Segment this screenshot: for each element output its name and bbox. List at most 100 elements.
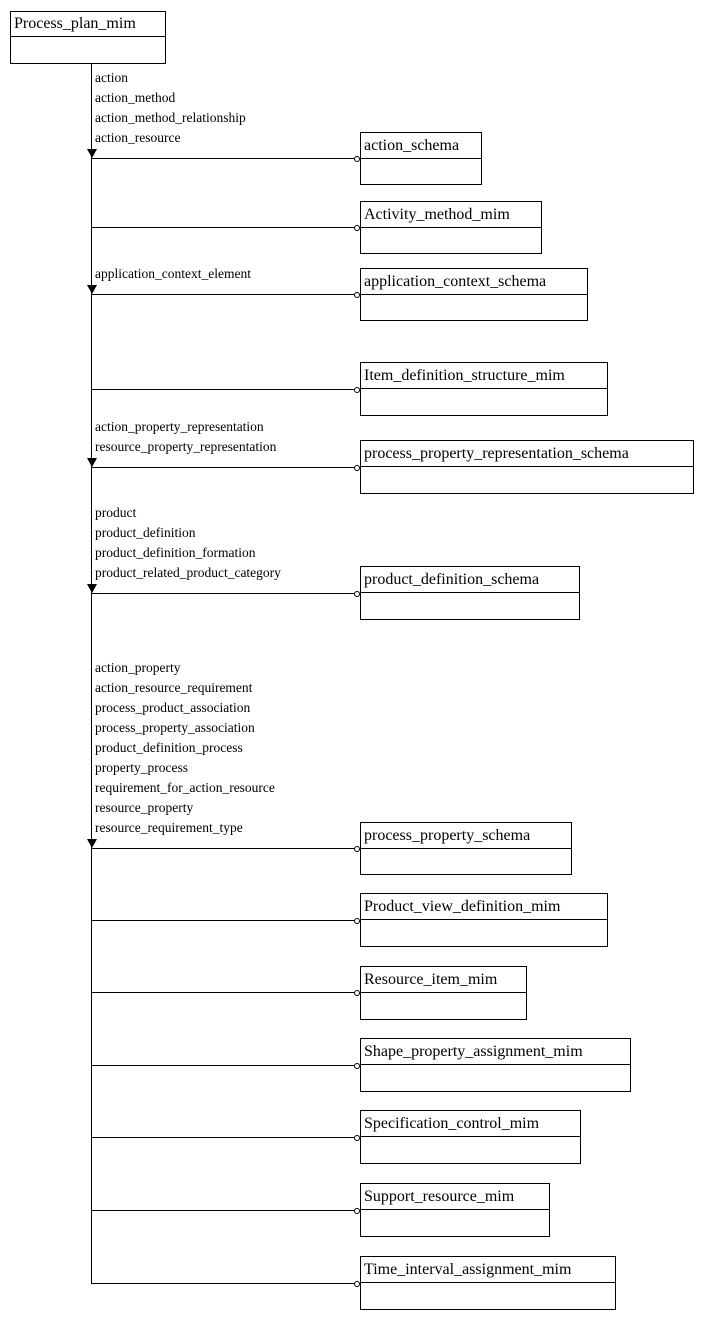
trunk-arrowhead	[87, 458, 97, 467]
schema-body-row	[361, 1283, 615, 1309]
entity-label-group: action action_method action_method_relatio…	[95, 68, 246, 148]
root-schema-box[interactable]: Process_plan_mim	[10, 11, 166, 64]
trunk-connector-line	[91, 64, 92, 1283]
trunk-arrowhead	[87, 285, 97, 294]
root-schema-title: Process_plan_mim	[14, 15, 136, 32]
entity-label: process_property_association	[95, 720, 255, 735]
entity-label: action_method	[95, 90, 176, 105]
entity-label: action_resource	[95, 130, 181, 145]
entity-label: product_definition_process	[95, 740, 243, 755]
schema-name: action_schema	[364, 137, 460, 154]
schema-connector-circle	[354, 1135, 360, 1141]
schema-connector-circle	[354, 465, 360, 471]
schema-name: process_property_schema	[364, 827, 531, 844]
schema-connector-circle	[354, 225, 360, 231]
schema-branch-line	[91, 593, 356, 594]
schema-name: process_property_representation_schema	[364, 445, 629, 462]
schema-box[interactable]: process_property_representation_schema	[360, 440, 694, 494]
schema-body-row	[361, 295, 587, 320]
schema-body-row	[361, 849, 571, 874]
express-g-diagram: Process_plan_mim action_schema action acti…	[0, 0, 704, 1321]
schema-connector-circle	[354, 591, 360, 597]
root-schema-title-row: Process_plan_mim	[11, 12, 165, 37]
schema-name: Support_resource_mim	[364, 1188, 515, 1205]
schema-name: Resource_item_mim	[364, 971, 498, 988]
entity-label: action	[95, 70, 128, 85]
entity-label: resource_requirement_type	[95, 820, 243, 835]
schema-box[interactable]: Product_view_definition_mim	[360, 893, 608, 947]
schema-box[interactable]: process_property_schema	[360, 822, 572, 875]
schema-box[interactable]: Activity_method_mim	[360, 201, 542, 254]
schema-box[interactable]: action_schema	[360, 132, 482, 185]
schema-connector-circle	[354, 292, 360, 298]
schema-box[interactable]: Time_interval_assignment_mim	[360, 1256, 616, 1310]
schema-body-row	[361, 228, 541, 253]
entity-label-group: application_context_element	[95, 264, 251, 284]
entity-label: product	[95, 505, 137, 520]
schema-body-row	[361, 389, 607, 415]
schema-box[interactable]: Item_definition_structure_mim	[360, 362, 608, 416]
schema-connector-circle	[354, 846, 360, 852]
schema-branch-line	[91, 227, 356, 228]
entity-label: product_related_product_category	[95, 565, 281, 580]
schema-title-row: process_property_representation_schema	[361, 441, 693, 467]
schema-title-row: application_context_schema	[361, 269, 587, 295]
schema-name: Activity_method_mim	[364, 206, 510, 223]
schema-name: Shape_property_assignment_mim	[364, 1043, 583, 1060]
schema-title-row: Shape_property_assignment_mim	[361, 1039, 630, 1065]
schema-branch-line	[91, 848, 356, 849]
schema-connector-circle	[354, 1063, 360, 1069]
schema-name: application_context_schema	[364, 273, 547, 290]
schema-body-row	[361, 1137, 580, 1163]
schema-body-row	[361, 1065, 630, 1091]
entity-label: action_property_representation	[95, 419, 264, 434]
schema-title-row: process_property_schema	[361, 823, 571, 849]
entity-label-group: product product_definition product_definit…	[95, 503, 281, 583]
schema-title-row: Resource_item_mim	[361, 967, 526, 993]
schema-title-row: Time_interval_assignment_mim	[361, 1257, 615, 1283]
schema-body-row	[361, 593, 579, 619]
schema-connector-circle	[354, 918, 360, 924]
schema-connector-circle	[354, 156, 360, 162]
schema-branch-line	[91, 158, 356, 159]
schema-name: Time_interval_assignment_mim	[364, 1261, 572, 1278]
schema-box[interactable]: Shape_property_assignment_mim	[360, 1038, 631, 1092]
schema-name: Specification_control_mim	[364, 1115, 540, 1132]
schema-body-row	[361, 920, 607, 946]
schema-title-row: product_definition_schema	[361, 567, 579, 593]
schema-connector-circle	[354, 1208, 360, 1214]
schema-title-row: action_schema	[361, 133, 481, 159]
schema-branch-line	[91, 1137, 356, 1138]
entity-label-group: action_property_representation resource_p…	[95, 417, 276, 457]
schema-branch-line	[91, 467, 356, 468]
entity-label: application_context_element	[95, 266, 251, 281]
schema-title-row: Support_resource_mim	[361, 1184, 549, 1210]
schema-box[interactable]: application_context_schema	[360, 268, 588, 321]
trunk-arrowhead	[87, 149, 97, 158]
entity-label: resource_property	[95, 800, 194, 815]
schema-branch-line	[91, 389, 356, 390]
entity-label: property_process	[95, 760, 188, 775]
schema-branch-line	[91, 1210, 356, 1211]
schema-title-row: Specification_control_mim	[361, 1111, 580, 1137]
schema-branch-line	[91, 294, 356, 295]
entity-label: product_definition_formation	[95, 545, 256, 560]
schema-title-row: Item_definition_structure_mim	[361, 363, 607, 389]
entity-label: resource_property_representation	[95, 439, 277, 454]
entity-label-group: action_property action_resource_requireme…	[95, 658, 275, 838]
schema-box[interactable]: Support_resource_mim	[360, 1183, 550, 1237]
schema-body-row	[361, 1210, 549, 1236]
schema-title-row: Activity_method_mim	[361, 202, 541, 228]
schema-name: Product_view_definition_mim	[364, 898, 561, 915]
schema-connector-circle	[354, 387, 360, 393]
schema-branch-line	[91, 992, 356, 993]
schema-box[interactable]: product_definition_schema	[360, 566, 580, 620]
entity-label: action_method_relationship	[95, 110, 246, 125]
schema-box[interactable]: Specification_control_mim	[360, 1110, 581, 1164]
trunk-arrowhead	[87, 839, 97, 848]
schema-connector-circle	[354, 990, 360, 996]
entity-label: process_product_association	[95, 700, 251, 715]
schema-box[interactable]: Resource_item_mim	[360, 966, 527, 1020]
entity-label: action_resource_requirement	[95, 680, 253, 695]
entity-label: product_definition	[95, 525, 196, 540]
